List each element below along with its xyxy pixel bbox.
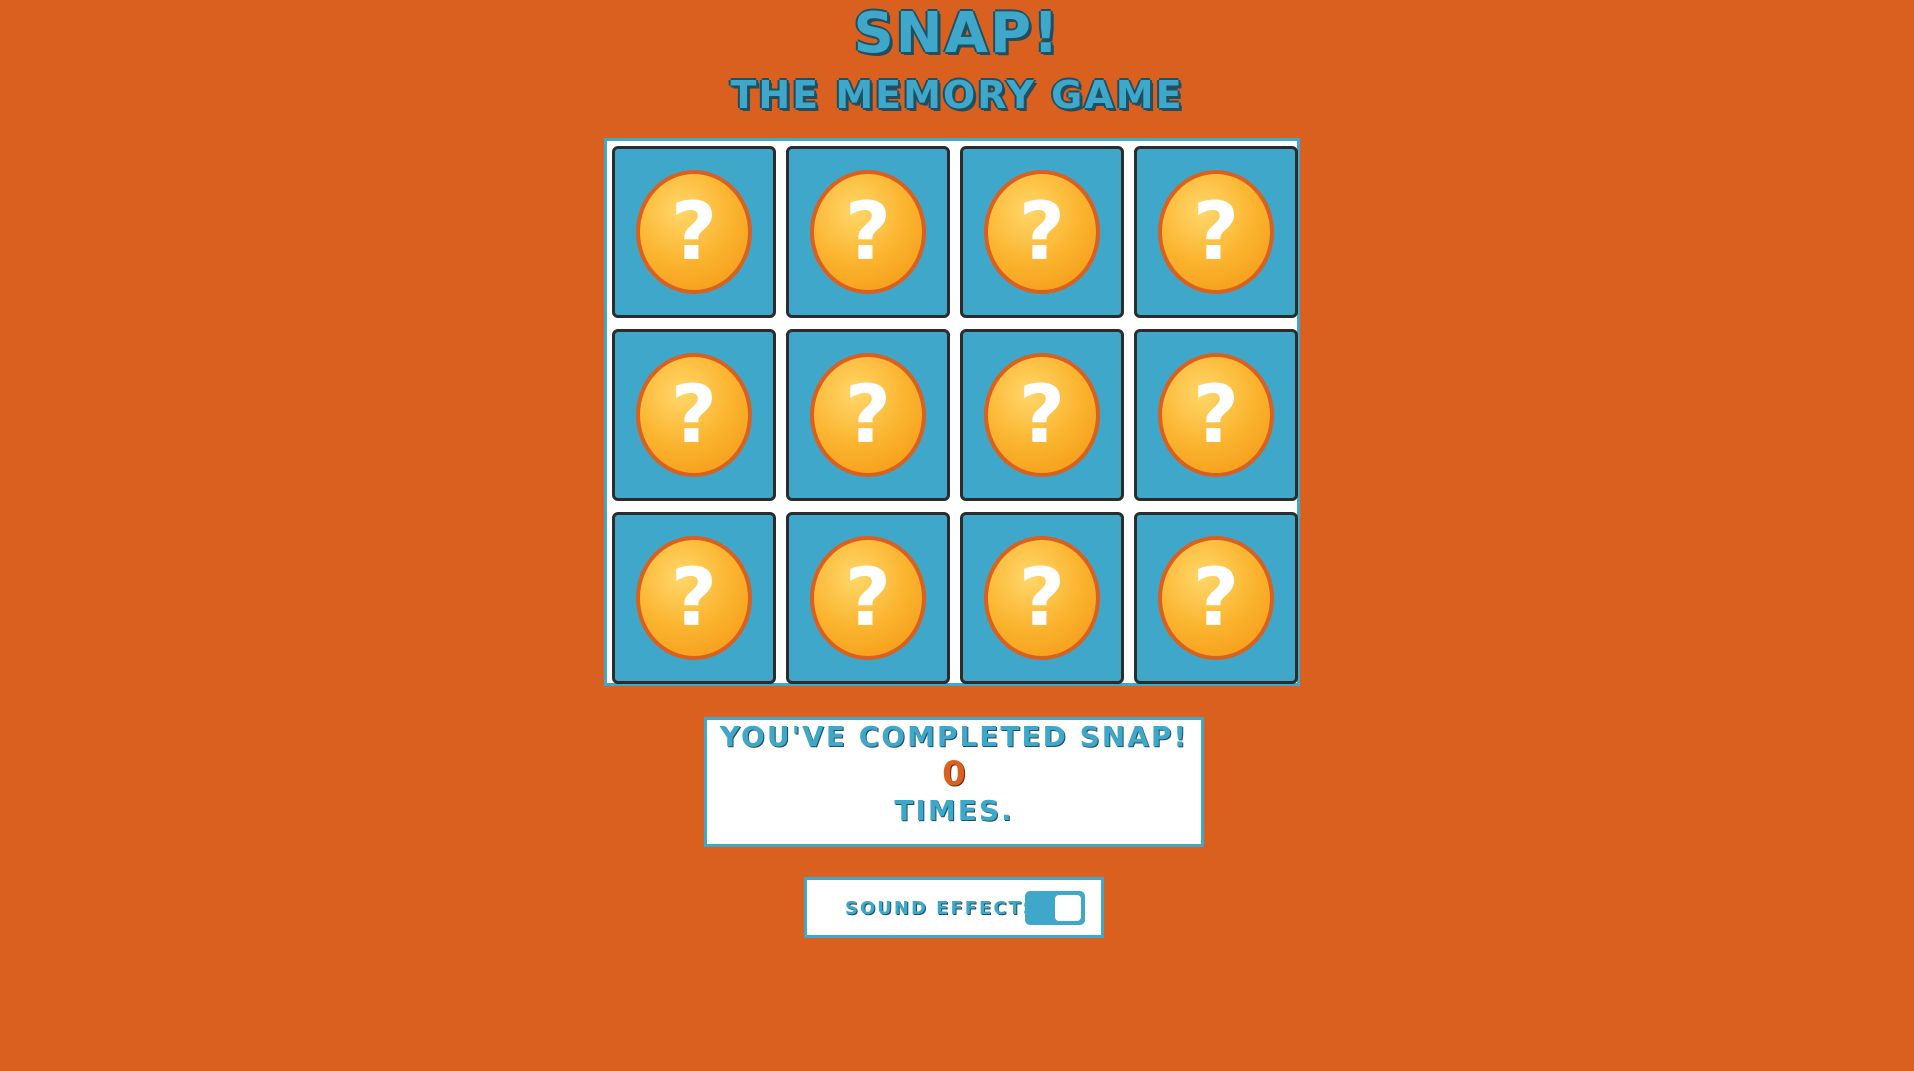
question-mark-icon: ? xyxy=(810,170,926,294)
memory-card[interactable]: ? xyxy=(612,329,776,501)
question-mark-icon: ? xyxy=(1158,170,1274,294)
memory-card[interactable]: ? xyxy=(960,146,1124,318)
question-mark-icon: ? xyxy=(984,536,1100,660)
sound-effects-label: Sound Effects xyxy=(845,898,1038,919)
memory-card[interactable]: ? xyxy=(786,329,950,501)
memory-card[interactable]: ? xyxy=(960,512,1124,684)
memory-card[interactable]: ? xyxy=(1134,512,1298,684)
score-line-2: Times. xyxy=(894,794,1014,827)
sound-effects-panel: Sound Effects xyxy=(804,877,1104,938)
question-mark-icon: ? xyxy=(636,536,752,660)
question-mark-icon: ? xyxy=(1158,353,1274,477)
game-subtitle: The Memory Game xyxy=(730,73,1184,117)
memory-card[interactable]: ? xyxy=(1134,146,1298,318)
card-board: ???????????? xyxy=(604,138,1300,686)
question-mark-icon: ? xyxy=(810,353,926,477)
memory-card[interactable]: ? xyxy=(1134,329,1298,501)
memory-card[interactable]: ? xyxy=(786,512,950,684)
question-mark-icon: ? xyxy=(984,170,1100,294)
score-panel: You've completed Snap! 0 Times. xyxy=(704,717,1204,847)
question-mark-icon: ? xyxy=(810,536,926,660)
game-title: Snap! xyxy=(853,1,1061,66)
toggle-knob xyxy=(1055,895,1081,921)
question-mark-icon: ? xyxy=(636,170,752,294)
memory-card[interactable]: ? xyxy=(612,146,776,318)
question-mark-icon: ? xyxy=(636,353,752,477)
memory-card[interactable]: ? xyxy=(786,146,950,318)
sound-effects-toggle[interactable] xyxy=(1025,891,1085,925)
question-mark-icon: ? xyxy=(1158,536,1274,660)
question-mark-icon: ? xyxy=(984,353,1100,477)
memory-card[interactable]: ? xyxy=(960,329,1124,501)
completion-count: 0 xyxy=(942,754,966,794)
score-line-1: You've completed Snap! xyxy=(719,720,1189,753)
memory-card[interactable]: ? xyxy=(612,512,776,684)
game-page: Snap! The Memory Game ???????????? You'v… xyxy=(0,0,1914,1071)
